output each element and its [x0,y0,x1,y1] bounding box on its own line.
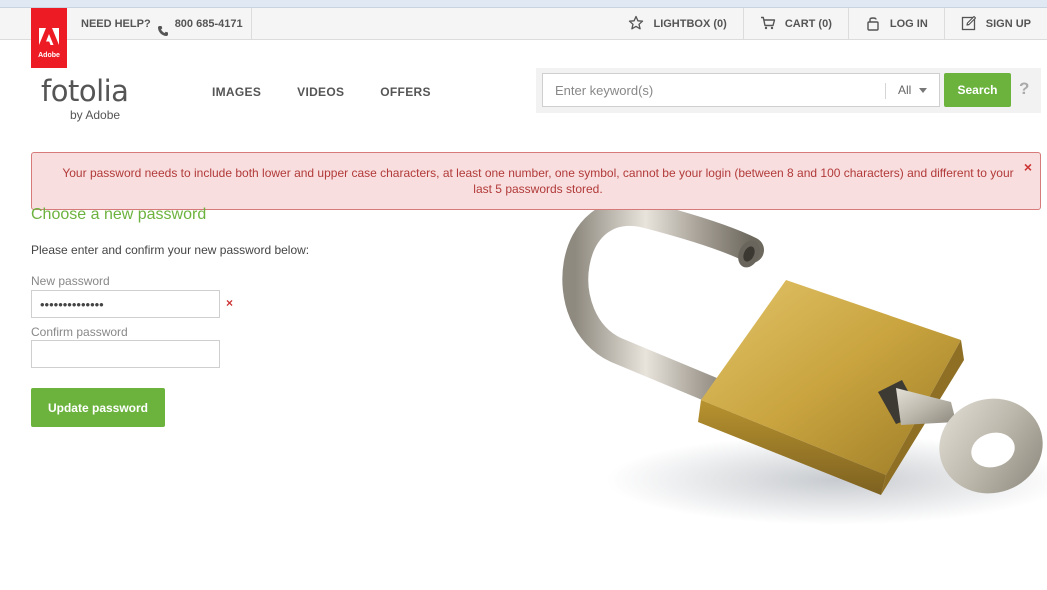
signup-link[interactable]: SIGN UP [943,8,1047,40]
search-bar: All Search ? [536,68,1041,113]
help-contact: NEED HELP? 800 685-4171 [81,8,243,40]
confirm-password-label: Confirm password [31,325,128,339]
login-link[interactable]: LOG IN [847,8,944,40]
adobe-logo-mark [39,28,59,45]
top-utility-bar: NEED HELP? 800 685-4171 LIGHTBOX (0) CAR… [0,8,1047,40]
search-divider [885,83,886,99]
confirm-password-field[interactable] [31,340,220,368]
search-scope-select[interactable]: All [898,74,928,106]
help-label: NEED HELP? [81,18,151,30]
cart-link[interactable]: CART (0) [742,8,848,40]
page-title: Choose a new password [31,206,207,223]
nav-images[interactable]: IMAGES [212,85,261,99]
chevron-down-icon [919,87,928,93]
form-intro: Please enter and confirm your new passwo… [31,243,310,257]
edit-icon [961,15,977,34]
cart-icon [760,15,776,34]
alert-message: Your password needs to include both lowe… [62,166,1014,196]
brand-subtitle: by Adobe [70,108,121,122]
login-label: LOG IN [889,18,928,30]
lightbox-link[interactable]: LIGHTBOX (0) [612,8,742,40]
new-password-field[interactable] [31,290,220,318]
main-nav: IMAGES VIDEOS OFFERS [212,85,431,99]
top-links: LIGHTBOX (0) CART (0) LOG IN SIGN UP [612,8,1047,40]
search-help-icon[interactable]: ? [1019,79,1029,99]
fotolia-logo[interactable]: fotolia by Adobe [41,74,129,122]
search-box: All [542,73,940,107]
password-error-alert: Your password needs to include both lowe… [31,152,1041,210]
divider [251,8,252,40]
search-scope-value: All [898,83,912,97]
browser-bookmark-strip [0,0,1047,8]
search-button[interactable]: Search [944,73,1011,107]
nav-videos[interactable]: VIDEOS [297,85,344,99]
search-input[interactable] [555,74,875,106]
adobe-logo-text: Adobe [38,52,60,59]
adobe-logo[interactable]: Adobe [31,8,67,68]
lightbox-label: LIGHTBOX (0) [653,18,727,30]
lock-icon [865,15,881,34]
brand-name: fotolia [41,74,129,108]
new-password-label: New password [31,274,110,288]
close-icon[interactable]: × [1024,159,1032,175]
update-password-button[interactable]: Update password [31,388,165,427]
phone-icon [157,18,169,36]
cart-label: CART (0) [784,18,832,30]
help-phone[interactable]: 800 685-4171 [175,8,243,40]
close-icon: × [226,296,234,310]
signup-label: SIGN UP [985,18,1031,30]
padlock-key-illustration [562,210,1047,525]
star-icon [628,15,644,34]
nav-offers[interactable]: OFFERS [380,85,430,99]
